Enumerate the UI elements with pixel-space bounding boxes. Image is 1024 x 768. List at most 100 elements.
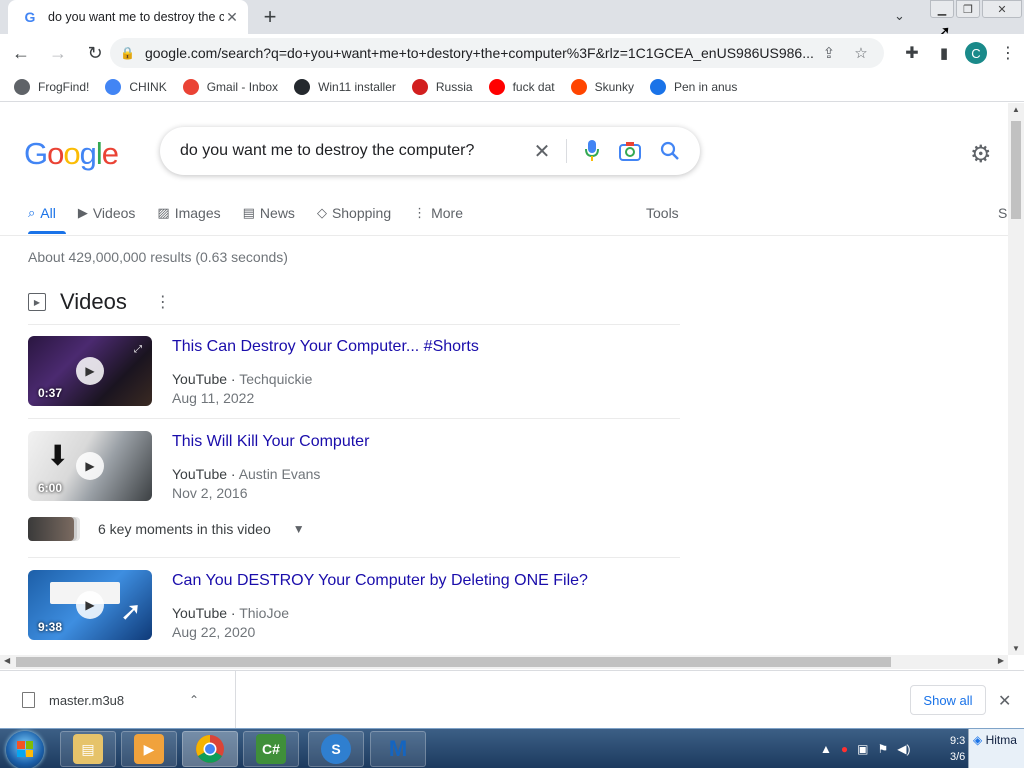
clear-icon[interactable]: ✕ (530, 139, 554, 163)
camera-lens-icon[interactable] (618, 139, 642, 163)
start-button[interactable] (6, 731, 44, 768)
download-shelf: master.m3u8 ⌃ Show all ✕ (0, 670, 1024, 729)
close-icon[interactable]: ✕ (998, 691, 1011, 711)
bookmark-item[interactable]: fuck dat (488, 78, 555, 95)
bookmark-item[interactable]: Russia (411, 78, 473, 95)
restore-button[interactable]: ❐ (956, 0, 980, 18)
scroll-down-icon[interactable]: ▼ (1012, 644, 1020, 653)
google-logo[interactable]: Google (24, 136, 119, 172)
bookmark-item[interactable]: Pen in anus (649, 78, 737, 95)
video-title-link[interactable]: Can You DESTROY Your Computer by Deletin… (172, 572, 588, 590)
lock-icon[interactable]: 🔒 (120, 46, 135, 60)
file-icon (22, 692, 35, 708)
search-input[interactable]: do you want me to destroy the computer? (180, 142, 520, 160)
tab-news[interactable]: ▤ News (243, 203, 295, 223)
download-item[interactable]: master.m3u8 ⌃ (0, 671, 236, 729)
tab-images[interactable]: ▨ Images (157, 203, 220, 223)
hitman-notification[interactable]: ◈ Hitma (968, 729, 1024, 768)
tools-button[interactable]: Tools (646, 205, 679, 221)
video-source: YouTube · ThioJoe (172, 605, 290, 621)
more-vert-icon[interactable]: ⋮ (155, 292, 171, 312)
video-title-link[interactable]: This Can Destroy Your Computer... #Short… (172, 338, 479, 356)
chevron-up-icon[interactable]: ⌃ (189, 693, 199, 707)
taskbar-csharp[interactable]: C# (243, 731, 299, 767)
search-icon[interactable] (658, 139, 682, 163)
key-moments-label[interactable]: 6 key moments in this video (98, 521, 271, 537)
download-filename[interactable]: master.m3u8 (49, 693, 189, 708)
bookmark-item[interactable]: Gmail - Inbox (182, 78, 278, 95)
scroll-up-icon[interactable]: ▲ (1012, 105, 1020, 114)
tray-expand-icon[interactable]: ▲ (820, 742, 832, 756)
bookmark-item[interactable]: FrogFind! (14, 78, 89, 95)
menu-kebab-icon[interactable]: ⋮ (992, 37, 1024, 69)
microphone-icon[interactable] (580, 139, 604, 163)
video-icon: ▶ (77, 205, 88, 220)
play-icon[interactable]: ▶ (76, 591, 104, 619)
back-button[interactable]: ← (5, 37, 37, 69)
close-tab-icon[interactable]: ✕ (224, 9, 240, 25)
news-icon: ▤ (242, 205, 255, 220)
url-text[interactable]: google.com/search?q=do+you+want+me+to+de… (145, 45, 813, 61)
safesearch-label[interactable]: S (998, 205, 1007, 221)
bookmark-star-icon[interactable]: ☆ (845, 44, 877, 62)
close-window-button[interactable]: ✕ (982, 0, 1022, 18)
address-bar[interactable]: 🔒 google.com/search?q=do+you+want+me+to+… (110, 38, 884, 68)
window-controls: ▁ ❐ ✕ (928, 0, 1022, 18)
more-vert-icon: ⋮ (413, 205, 427, 220)
taskbar-media-player[interactable]: ▶ (121, 731, 177, 767)
result-stats: About 429,000,000 results (0.63 seconds) (28, 249, 288, 265)
forward-button[interactable]: → (42, 37, 74, 69)
channel-name: ThioJoe (239, 605, 290, 621)
search-tabs: ⌕ All ▶ Videos ▨ Images ▤ News ◇ Shopping ⋮ More (28, 203, 485, 235)
scroll-left-icon[interactable]: ◀ (4, 656, 10, 665)
tab-label: Images (174, 205, 221, 221)
video-source: YouTube · Austin Evans (172, 466, 321, 482)
browser-tab-active[interactable]: G do you want me to destroy the c ✕ (8, 0, 248, 34)
show-all-button[interactable]: Show all (910, 685, 986, 715)
extensions-puzzle-icon[interactable]: ✚ (896, 37, 928, 69)
taskbar-clock[interactable]: 9:3 3/6 (950, 733, 965, 765)
key-moments-toggle[interactable]: 6 key moments in this video ▼ (28, 517, 305, 541)
malwarebytes-tray-icon[interactable]: ● (841, 742, 848, 756)
play-icon[interactable]: ▶ (76, 357, 104, 385)
minimize-button[interactable]: ▁ (930, 0, 954, 18)
source-name: YouTube (172, 371, 228, 387)
tab-search-chevron-icon[interactable]: ⌄ (894, 8, 914, 28)
taskbar-malwarebytes[interactable]: M (370, 731, 426, 767)
tab-videos[interactable]: ▶ Videos (78, 203, 136, 223)
bookmark-item[interactable]: Skunky (570, 78, 634, 95)
share-icon[interactable]: ⇪ (813, 44, 845, 62)
settings-gear-icon[interactable]: ⚙ (970, 140, 992, 169)
vertical-scrollbar[interactable]: ▲ ▼ (1008, 103, 1024, 655)
flag-icon[interactable]: ⚑ (877, 742, 888, 756)
globe-icon (649, 78, 666, 95)
volume-icon[interactable]: ◀) (897, 742, 910, 756)
taskbar-explorer[interactable]: ▤ (60, 731, 116, 767)
horizontal-scrollbar[interactable]: ◀ ▶ (0, 655, 1008, 669)
scrollbar-thumb[interactable] (16, 657, 891, 667)
play-icon[interactable]: ▶ (76, 452, 104, 480)
chevron-down-icon[interactable]: ▼ (293, 522, 305, 536)
video-thumbnail[interactable]: ⬇ ▶ 6:00 (28, 431, 152, 501)
tab-shopping[interactable]: ◇ Shopping (317, 203, 391, 223)
video-title-link[interactable]: This Will Kill Your Computer (172, 433, 369, 451)
profile-button[interactable]: C (960, 37, 992, 69)
taskbar-app-globe[interactable]: S (308, 731, 364, 767)
side-panel-icon[interactable]: ▮ (928, 37, 960, 69)
video-thumbnail[interactable]: ▶ ➚ 9:38 (28, 570, 152, 640)
video-date: Aug 22, 2020 (172, 624, 256, 640)
reload-button[interactable]: ↻ (79, 37, 111, 69)
new-tab-button[interactable]: + (258, 4, 282, 29)
bookmark-item[interactable]: CHINK (105, 78, 167, 95)
tab-more[interactable]: ⋮ More (413, 203, 463, 223)
scroll-right-icon[interactable]: ▶ (998, 656, 1004, 665)
bookmark-label: CHINK (129, 79, 167, 94)
scrollbar-thumb[interactable] (1011, 121, 1021, 219)
bookmark-item[interactable]: Win11 installer (294, 78, 396, 95)
search-box[interactable]: do you want me to destroy the computer? … (160, 127, 700, 175)
tab-all[interactable]: ⌕ All (28, 203, 56, 223)
taskbar-chrome[interactable] (182, 731, 238, 767)
bookmark-label: Skunky (594, 79, 634, 94)
network-icon[interactable]: ▣ (857, 742, 868, 756)
video-thumbnail[interactable]: ⤢ ▶ 0:37 (28, 336, 152, 406)
